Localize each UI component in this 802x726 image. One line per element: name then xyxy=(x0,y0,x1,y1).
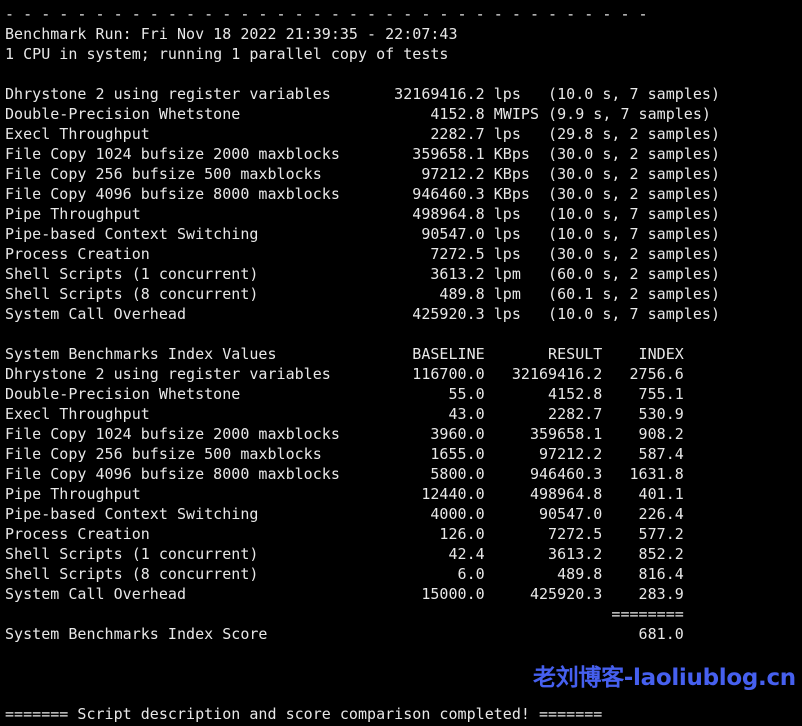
index-table-header: System Benchmarks Index Values BASELINE … xyxy=(5,345,684,363)
benchmark-run-line: Benchmark Run: Fri Nov 18 2022 21:39:35 … xyxy=(5,25,458,43)
index-table-row: Process Creation 126.0 7272.5 577.2 xyxy=(5,525,684,543)
result-row: File Copy 4096 bufsize 8000 maxblocks 94… xyxy=(5,185,721,203)
index-table-row: Dhrystone 2 using register variables 116… xyxy=(5,365,684,383)
separator-line-top: - - - - - - - - - - - - - - - - - - - - … xyxy=(5,5,648,23)
index-table-row: File Copy 1024 bufsize 2000 maxblocks 39… xyxy=(5,425,684,443)
result-row: Shell Scripts (8 concurrent) 489.8 lpm (… xyxy=(5,285,721,303)
index-table-row: Shell Scripts (1 concurrent) 42.4 3613.2… xyxy=(5,545,684,563)
watermark-laoliublog: 老刘博客-laoliublog.cn xyxy=(533,665,796,691)
result-row: Pipe Throughput 498964.8 lps (10.0 s, 7 … xyxy=(5,205,721,223)
score-rule-line: ======== xyxy=(5,605,684,623)
index-score-line: System Benchmarks Index Score 681.0 xyxy=(5,625,684,643)
result-row: Shell Scripts (1 concurrent) 3613.2 lpm … xyxy=(5,265,721,283)
index-table-row: Double-Precision Whetstone 55.0 4152.8 7… xyxy=(5,385,684,403)
cpu-info-line: 1 CPU in system; running 1 parallel copy… xyxy=(5,45,449,63)
result-row: Double-Precision Whetstone 4152.8 MWIPS … xyxy=(5,105,711,123)
index-table-row: Pipe Throughput 12440.0 498964.8 401.1 xyxy=(5,485,684,503)
index-table-row: Shell Scripts (8 concurrent) 6.0 489.8 8… xyxy=(5,565,684,583)
index-table-row: File Copy 4096 bufsize 8000 maxblocks 58… xyxy=(5,465,684,483)
result-row: System Call Overhead 425920.3 lps (10.0 … xyxy=(5,305,721,323)
result-row: File Copy 256 bufsize 500 maxblocks 9721… xyxy=(5,165,721,183)
completed-banner-line: ======= Script description and score com… xyxy=(5,705,603,723)
index-table-row: File Copy 256 bufsize 500 maxblocks 1655… xyxy=(5,445,684,463)
terminal-output: - - - - - - - - - - - - - - - - - - - - … xyxy=(0,0,802,726)
result-row: Dhrystone 2 using register variables 321… xyxy=(5,85,721,103)
result-row: Process Creation 7272.5 lps (30.0 s, 2 s… xyxy=(5,245,721,263)
result-row: Pipe-based Context Switching 90547.0 lps… xyxy=(5,225,721,243)
index-table-row: Execl Throughput 43.0 2282.7 530.9 xyxy=(5,405,684,423)
result-row: Execl Throughput 2282.7 lps (29.8 s, 2 s… xyxy=(5,125,721,143)
index-table-row: System Call Overhead 15000.0 425920.3 28… xyxy=(5,585,684,603)
result-row: File Copy 1024 bufsize 2000 maxblocks 35… xyxy=(5,145,721,163)
index-table-row: Pipe-based Context Switching 4000.0 9054… xyxy=(5,505,684,523)
